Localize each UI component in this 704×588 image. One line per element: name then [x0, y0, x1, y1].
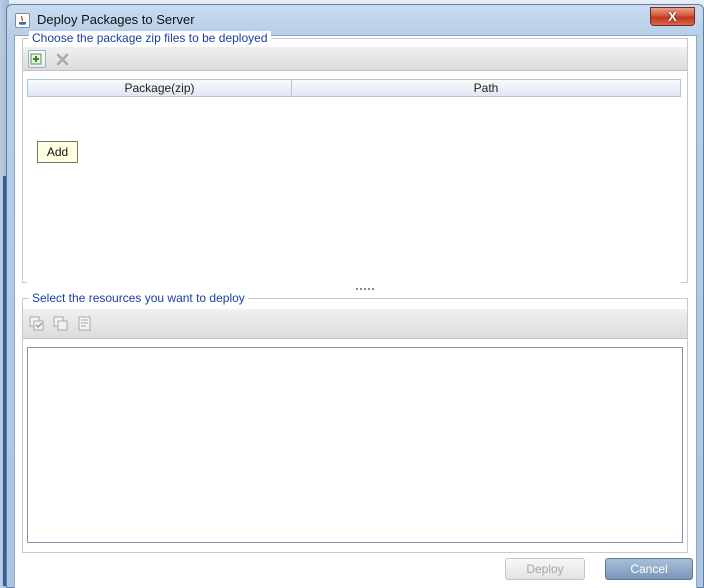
- cancel-button[interactable]: Cancel: [605, 558, 693, 580]
- column-header-package[interactable]: Package(zip): [28, 80, 292, 96]
- panel-splitter[interactable]: [350, 286, 380, 292]
- java-app-icon: [15, 13, 30, 28]
- resources-group: Select the resources you want to deploy: [22, 291, 688, 553]
- add-tooltip: Add: [37, 141, 78, 163]
- remove-icon: [56, 53, 68, 65]
- invert-selection-icon[interactable]: [77, 316, 93, 332]
- close-button[interactable]: X: [650, 7, 695, 26]
- dialog-content: Choose the package zip files to be deplo…: [14, 31, 697, 588]
- resources-toolbar: [23, 309, 687, 339]
- window-title: Deploy Packages to Server: [37, 12, 195, 27]
- deploy-packages-dialog: Deploy Packages to Server X Choose the p…: [6, 4, 704, 588]
- packages-group: Choose the package zip files to be deplo…: [22, 31, 688, 283]
- column-header-path[interactable]: Path: [292, 80, 680, 96]
- deselect-all-icon[interactable]: [53, 316, 69, 332]
- packages-legend: Choose the package zip files to be deplo…: [29, 31, 271, 45]
- resources-legend: Select the resources you want to deploy: [29, 291, 248, 305]
- remove-package-button[interactable]: [53, 50, 71, 68]
- select-all-icon[interactable]: [29, 316, 45, 332]
- packages-toolbar: [23, 47, 687, 71]
- packages-table-header: Package(zip) Path: [27, 79, 681, 97]
- deploy-button[interactable]: Deploy: [505, 558, 585, 580]
- resources-panel[interactable]: [27, 347, 683, 543]
- add-icon: [30, 53, 42, 65]
- add-package-button[interactable]: [28, 50, 46, 68]
- packages-table-body[interactable]: [27, 97, 681, 283]
